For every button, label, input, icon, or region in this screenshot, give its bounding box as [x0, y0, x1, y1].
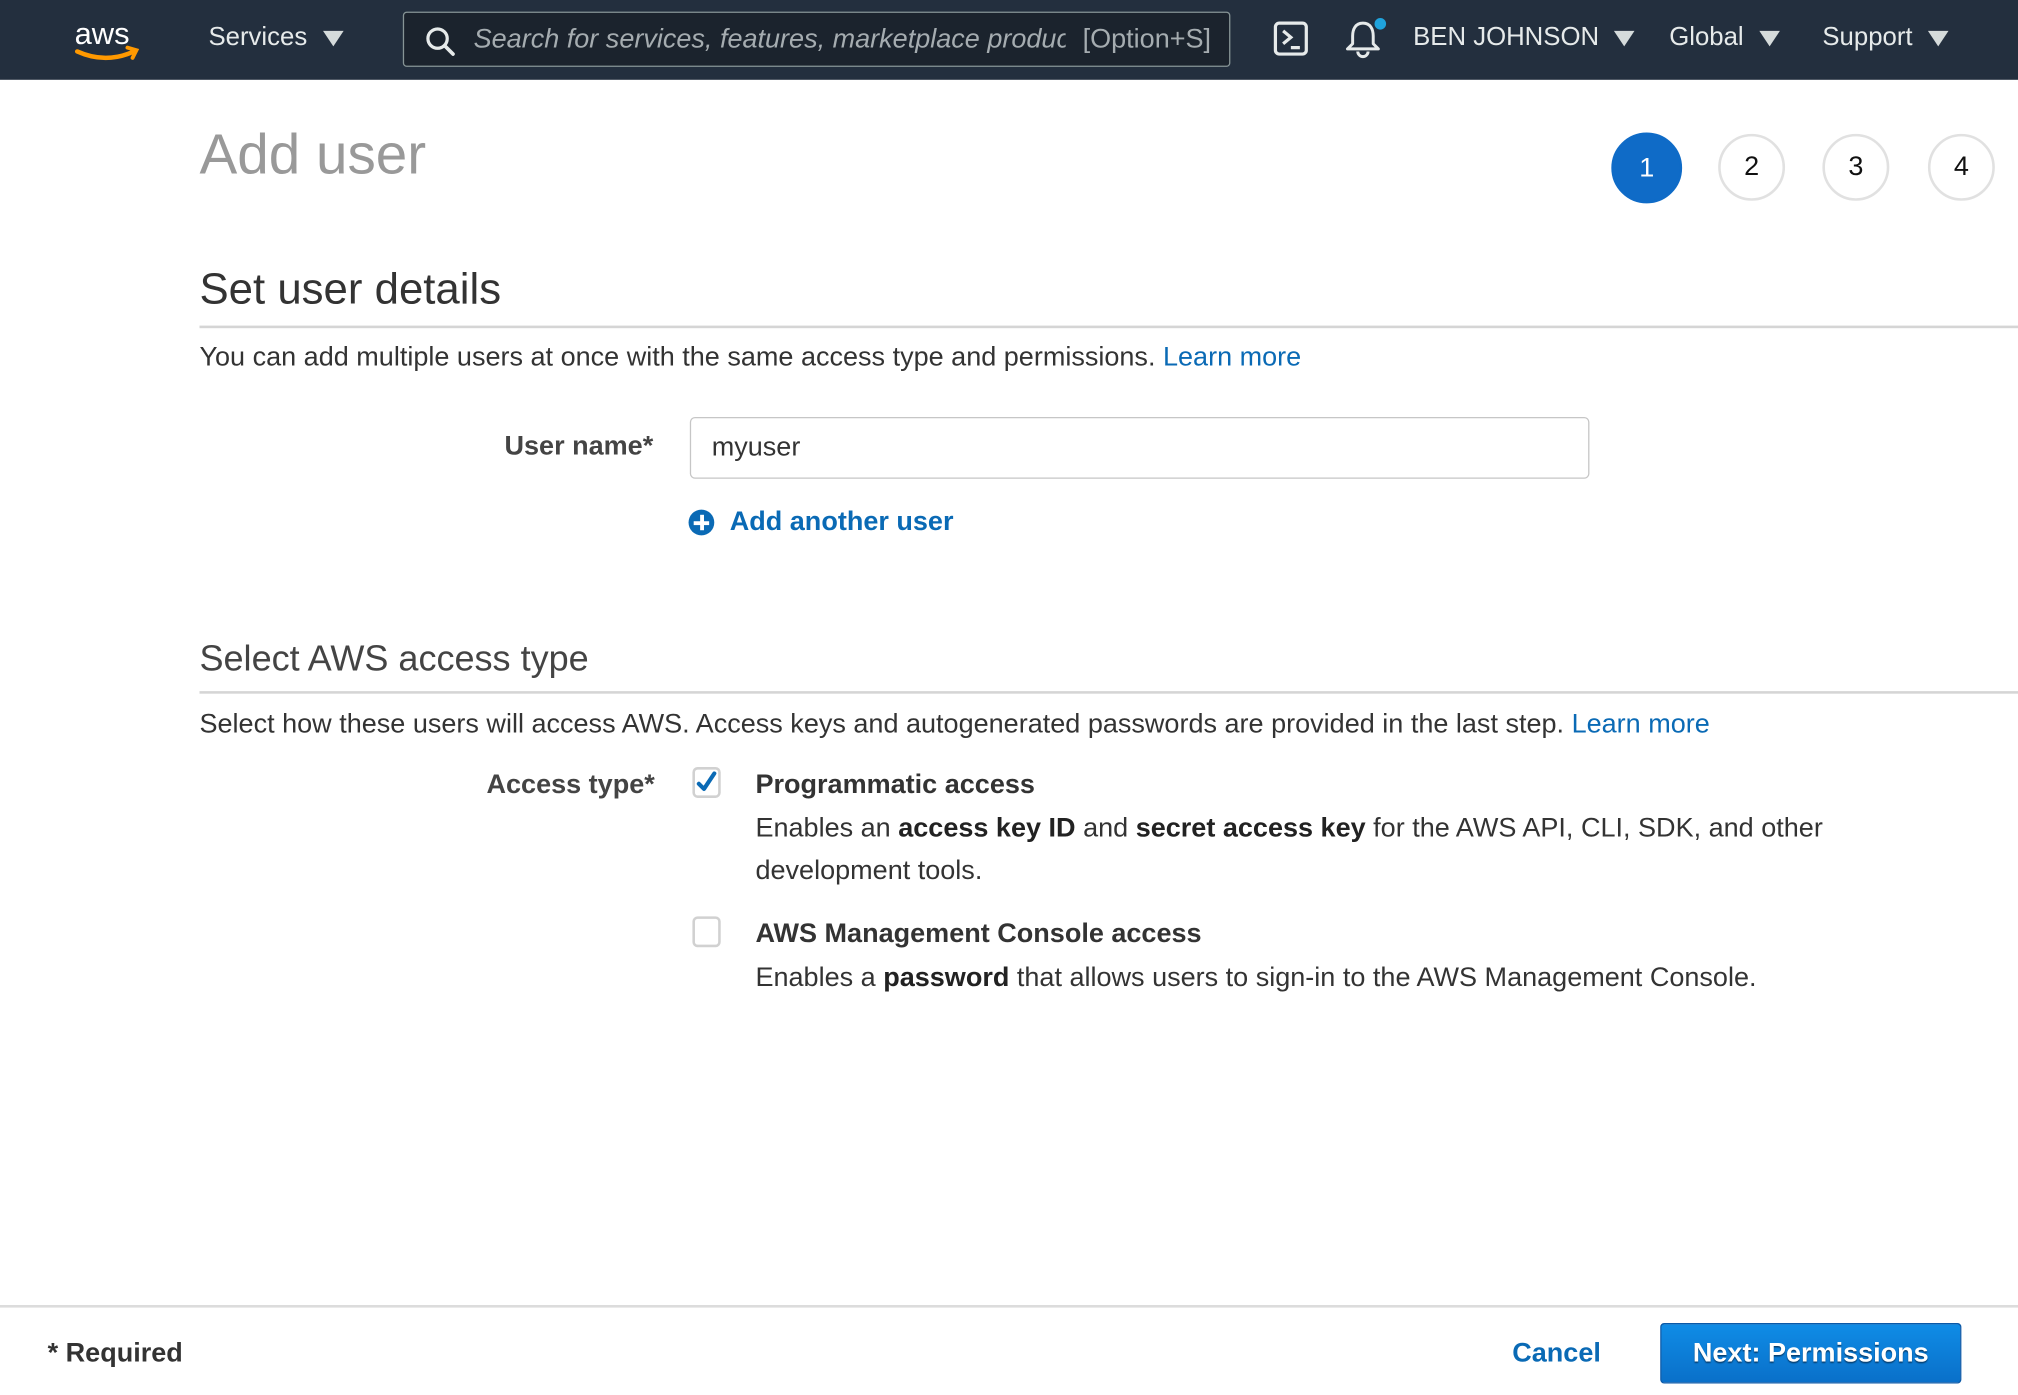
step-2[interactable]: 2 [1718, 133, 1786, 201]
page-title: Add user [199, 123, 427, 187]
section-divider [199, 325, 2018, 329]
access-type-label: Access type* [486, 769, 655, 800]
desc-text: that allows users to sign-in to the AWS … [1009, 962, 1757, 993]
support-label: Support [1822, 23, 1913, 52]
section-title-access-type: Select AWS access type [199, 638, 589, 679]
required-note: * Required [47, 1338, 183, 1369]
account-label: BEN JOHNSON [1413, 23, 1600, 52]
user-name-input[interactable] [689, 416, 1590, 479]
programmatic-access-description: Enables an access key ID and secret acce… [755, 807, 1823, 892]
learn-more-link[interactable]: Learn more [1572, 709, 1710, 739]
step-3[interactable]: 3 [1822, 133, 1890, 201]
programmatic-access-title: Programmatic access [755, 769, 1035, 800]
caret-down-icon [322, 30, 344, 46]
cloudshell-button[interactable] [1273, 21, 1309, 63]
aws-logo[interactable]: aws [72, 15, 144, 64]
step-1[interactable]: 1 [1611, 132, 1683, 204]
learn-more-link[interactable]: Learn more [1163, 342, 1301, 372]
top-navigation-bar: aws Services [Option+S] [0, 0, 2018, 80]
search-icon [425, 26, 456, 63]
aws-logo-smile [74, 49, 137, 61]
programmatic-access-checkbox[interactable] [692, 767, 721, 798]
region-menu[interactable]: Global [1669, 23, 1780, 53]
next-permissions-button[interactable]: Next: Permissions [1660, 1323, 1962, 1384]
account-menu[interactable]: BEN JOHNSON [1413, 23, 1636, 53]
description-text: Select how these users will access AWS. … [199, 709, 1565, 739]
notifications-button[interactable] [1344, 18, 1387, 66]
checkmark-icon [696, 771, 717, 791]
region-label: Global [1669, 23, 1744, 52]
notification-dot [1374, 18, 1387, 30]
user-details-description: You can add multiple users at once with … [199, 342, 1301, 373]
console-access-description: Enables a password that allows users to … [755, 956, 1823, 998]
cloudshell-icon [1273, 21, 1308, 56]
desc-bold: password [883, 962, 1010, 993]
caret-down-icon [1759, 30, 1780, 46]
aws-logo-text: aws [75, 16, 130, 51]
plus-circle-icon [688, 509, 715, 536]
cancel-button[interactable]: Cancel [1512, 1338, 1601, 1369]
desc-text: Enables a [755, 962, 884, 993]
console-access-title: AWS Management Console access [755, 918, 1202, 949]
caret-down-icon [1928, 30, 1949, 46]
step-4[interactable]: 4 [1927, 133, 1995, 201]
access-type-description: Select how these users will access AWS. … [199, 709, 1709, 740]
desc-bold: secret access key [1135, 813, 1366, 843]
support-menu[interactable]: Support [1822, 23, 1949, 53]
user-name-label: User name* [504, 431, 654, 461]
wizard-footer: * Required Cancel Next: Permissions [0, 1305, 2018, 1395]
section-title-user-details: Set user details [199, 265, 502, 315]
services-label: Services [208, 23, 308, 52]
section-divider [199, 691, 2018, 694]
description-text: You can add multiple users at once with … [199, 342, 1156, 372]
aws-console-page: aws Services [Option+S] [0, 0, 2018, 1393]
search-box[interactable]: [Option+S] [402, 11, 1231, 67]
add-another-user-link[interactable]: Add another user [688, 507, 954, 538]
services-menu[interactable]: Services [208, 23, 344, 53]
desc-bold: access key ID [898, 813, 1076, 843]
search-shortcut-hint: [Option+S] [1082, 24, 1212, 55]
console-access-checkbox[interactable] [692, 916, 721, 948]
add-another-user-label: Add another user [729, 507, 954, 537]
desc-text: Enables an [755, 813, 899, 843]
desc-text: and [1075, 813, 1136, 843]
caret-down-icon [1614, 30, 1636, 46]
search-input[interactable] [473, 12, 1066, 66]
